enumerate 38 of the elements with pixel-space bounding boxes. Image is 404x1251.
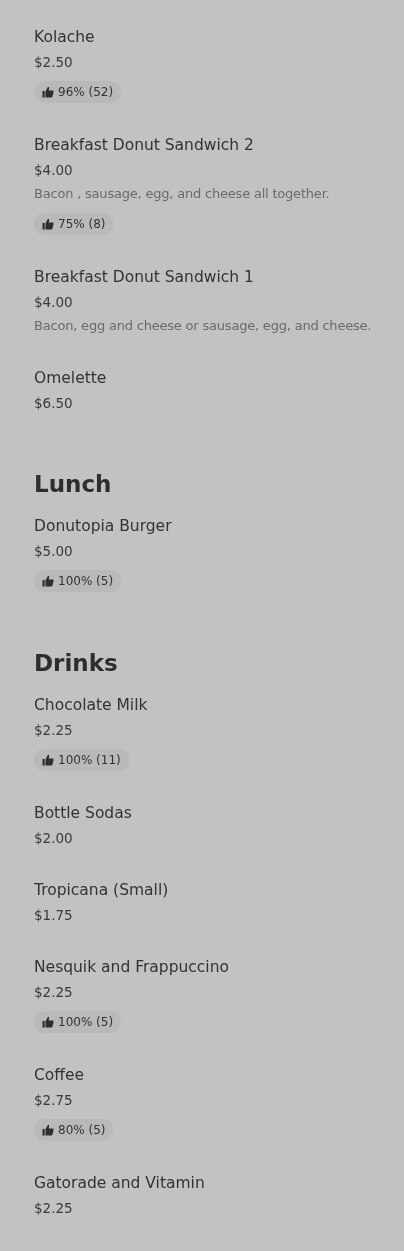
- item-name[interactable]: Gatorade and Vitamin: [34, 1173, 205, 1193]
- rating-badge: 100% (11): [34, 749, 129, 771]
- item-price: $2.25: [34, 1199, 73, 1218]
- item-price: $5.00: [34, 542, 73, 561]
- item-name[interactable]: Omelette: [34, 368, 107, 388]
- item-price: $2.50: [34, 53, 73, 72]
- thumbs-up-icon: [42, 1124, 54, 1136]
- rating-badge: 100% (5): [34, 570, 122, 592]
- item-name[interactable]: Breakfast Donut Sandwich 2: [34, 135, 254, 155]
- item-price: $1.75: [34, 906, 73, 925]
- rating-badge: 100% (5): [34, 1011, 122, 1033]
- item-name[interactable]: Chocolate Milk: [34, 695, 148, 715]
- thumbs-up-icon: [42, 1016, 54, 1028]
- item-name[interactable]: Coffee: [34, 1065, 85, 1085]
- item-name[interactable]: Donutopia Burger: [34, 516, 172, 536]
- thumbs-up-icon: [42, 575, 54, 587]
- item-name[interactable]: Tropicana (Small): [34, 880, 169, 900]
- item-price: $2.25: [34, 721, 73, 740]
- thumbs-up-icon: [42, 218, 54, 230]
- item-price: $2.25: [34, 983, 73, 1002]
- item-price: $2.75: [34, 1091, 73, 1110]
- rating-badge: 96% (52): [34, 81, 122, 103]
- rating-badge: 75% (8): [34, 213, 114, 235]
- item-name[interactable]: Kolache: [34, 27, 95, 47]
- thumbs-up-icon: [42, 754, 54, 766]
- rating-badge: 80% (5): [34, 1119, 114, 1141]
- section-heading: Lunch: [34, 470, 112, 499]
- item-name[interactable]: Nesquik and Frappuccino: [34, 957, 229, 977]
- thumbs-up-icon: [42, 86, 54, 98]
- item-price: $6.50: [34, 394, 73, 413]
- item-price: $2.00: [34, 829, 73, 848]
- section-heading: Drinks: [34, 649, 118, 678]
- item-price: $4.00: [34, 161, 73, 180]
- item-description: Bacon , sausage, egg, and cheese all together.: [34, 185, 330, 203]
- item-name[interactable]: Bottle Sodas: [34, 803, 132, 823]
- item-price: $4.00: [34, 293, 73, 312]
- item-name[interactable]: Breakfast Donut Sandwich 1: [34, 267, 254, 287]
- item-description: Bacon, egg and cheese or sausage, egg, and cheese.: [34, 317, 372, 335]
